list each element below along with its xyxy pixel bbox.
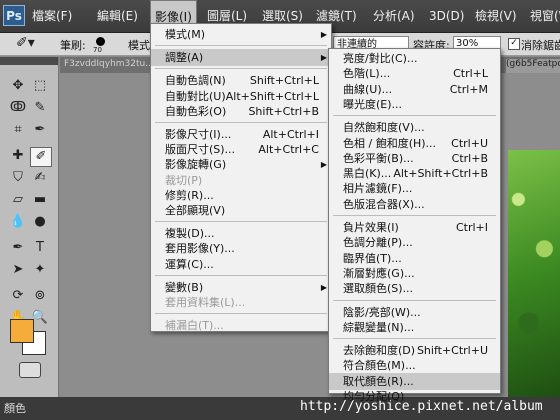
eyedropper-tool-icon[interactable]: ✒ [30,121,50,139]
image-menu-dropdown: 模式(M) ▶ 調整(A) ▶ 自動色調(N) Shift+Ctrl+L 自動對比(U) Al… [150,23,332,332]
menu-2[interactable]: 編輯(E) [97,0,138,32]
color-panel-tab[interactable]: 顏色 [4,400,26,416]
crop-tool-icon[interactable]: ⌗ [8,121,28,139]
menu-1[interactable]: 檔案(F) [32,0,72,32]
quick-select-tool-icon[interactable]: ✎ [30,99,50,117]
menu-item-label: 選取顏色(S)... [343,282,414,296]
menu-item-label: 綜觀變量(N)... [343,320,415,334]
menu-item[interactable]: 曝光度(E)... [329,96,500,113]
healing-brush-icon[interactable]: ✚ [8,147,28,165]
menu-item[interactable]: 模式(M) ▶ [151,26,331,43]
menu-item[interactable]: 色版混合器(X)... [329,196,500,213]
menu-item-label: 色版混合器(X)... [343,197,425,211]
menu-item: 套用資料集(L)... [151,294,331,311]
antialias-label: 消除鋸齒 [521,39,560,52]
quick-mask-button[interactable] [19,362,41,378]
menu-item-label: 自動色彩(O) [165,104,227,118]
menu-separator [155,68,327,70]
photoshop-logo: Ps [3,5,25,26]
brush-preset-picker[interactable] [96,37,105,46]
document-tab-active[interactable]: (g6b5Featpc [506,59,560,73]
submenu-arrow-icon: ▶ [320,53,327,63]
menu-7[interactable]: 分析(A) [373,0,415,32]
menu-separator [333,215,496,216]
move-tool-icon[interactable]: ✥ [8,77,28,95]
marquee-tool-icon[interactable]: ⬚ [30,77,50,95]
foreground-color-swatch[interactable] [10,319,34,343]
brush-size: 70 [93,46,102,54]
menu-item[interactable]: 自動色彩(O) Shift+Ctrl+B [151,103,331,120]
menu-item[interactable]: 均勻分配(Q) [329,388,500,405]
menu-item-shortcut: Shift+Ctrl+B [248,104,319,118]
menu-item[interactable]: 綜觀變量(N)... [329,319,500,336]
menu-item[interactable]: 選取顏色(S)... [329,280,500,297]
history-brush-icon[interactable]: ✍ [30,169,50,187]
menu-separator [155,122,327,123]
menu-item-label: 補漏白(T)... [165,319,224,333]
menu-item-label: 均勻分配(Q) [343,390,405,403]
antialias-checkbox[interactable]: ✓ [508,38,520,50]
gradient-tool-icon[interactable]: ▬ [30,191,50,209]
menu-item[interactable]: 運算(C)... [151,256,331,273]
document-tab[interactable]: F3zvddIqyhm32tu... [64,59,154,69]
menu-separator [333,115,496,117]
eraser-tool-icon[interactable]: ▱ [8,191,28,209]
path-select-icon[interactable]: ➤ [8,261,28,279]
menu-item: 補漏白(T)... [151,317,331,334]
dodge-tool-icon[interactable]: ● [30,213,50,231]
menu-separator [155,45,327,47]
brush-tool-icon[interactable]: ✐ [30,147,52,167]
menu-9[interactable]: 檢視(V) [475,0,517,32]
menu-item-label: 曝光度(E)... [343,97,403,111]
menu-item-label: 全部顯現(V) [165,204,226,217]
menu-item[interactable]: 調整(A) ▶ [151,49,331,67]
adjustments-submenu: 亮度/對比(C)... 色階(L)... Ctrl+L 曲線(U)... Ctrl+M 曝… [328,48,501,403]
lasso-tool-icon[interactable]: ↂ [8,99,28,117]
stamp-tool-icon[interactable]: ⛉ [8,169,28,187]
menu-item-label: 套用資料集(L)... [165,296,246,309]
menu-separator [155,221,327,223]
menu-item-label: 模式(M) [165,28,206,41]
menu-separator [155,274,327,276]
pen-tool-icon[interactable]: ✒ [8,239,28,257]
menu-8[interactable]: 3D(D) [429,0,464,32]
3d-rotate-icon[interactable]: ⟳ [8,287,28,305]
brush-label: 筆刷: [60,39,86,52]
menu-item[interactable]: 全部顯現(V) [151,202,331,219]
menu-item-label: 運算(C)... [165,257,214,271]
submenu-arrow-icon: ▶ [320,30,327,39]
blur-tool-icon[interactable]: 💧 [8,213,28,231]
brush-tool-icon[interactable]: ✐▾ [16,35,35,51]
3d-orbit-icon[interactable]: ⊚ [30,287,50,305]
type-tool-icon[interactable]: T [30,239,50,257]
menu-10[interactable]: 視窗(W) [530,0,560,32]
tools-panel-header[interactable] [0,57,58,65]
shape-tool-icon[interactable]: ✦ [30,261,50,279]
menu-item-label: 調整(A) [165,51,204,65]
menu-separator [155,313,327,315]
mode-label: 模式 [128,39,150,52]
document-image[interactable] [508,150,560,397]
menu-separator [333,299,496,301]
menu-separator [333,338,496,340]
